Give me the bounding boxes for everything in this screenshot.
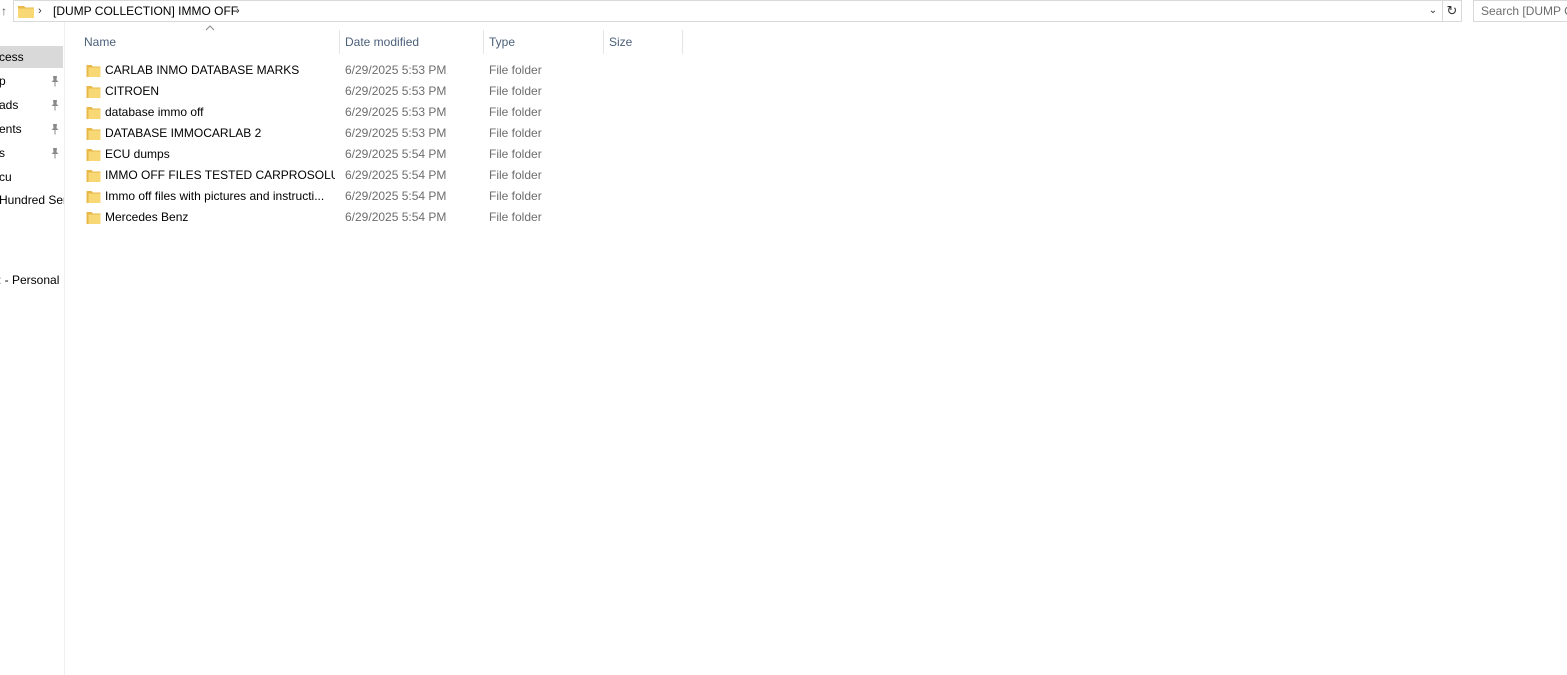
nav-item-onedrive-personal[interactable]: : - Personal <box>0 269 63 291</box>
pin-icon[interactable] <box>50 147 60 159</box>
file-type: File folder <box>489 105 542 119</box>
refresh-icon[interactable]: ↻ <box>1443 0 1462 22</box>
chevron-down-icon[interactable]: ⌄ <box>1426 1 1440 21</box>
search-input[interactable] <box>1474 1 1567 21</box>
nav-item-ecu[interactable]: cu <box>0 166 63 188</box>
file-date-modified: 6/29/2025 5:53 PM <box>345 105 447 119</box>
pin-icon[interactable] <box>50 123 60 135</box>
file-date-modified: 6/29/2025 5:54 PM <box>345 210 447 224</box>
folder-icon <box>86 107 101 119</box>
file-type: File folder <box>489 84 542 98</box>
nav-item-label: p <box>0 70 6 92</box>
folder-icon <box>86 170 101 182</box>
file-type: File folder <box>489 147 542 161</box>
file-name[interactable]: CITROEN <box>105 81 335 102</box>
file-row[interactable]: Immo off files with pictures and instruc… <box>78 186 684 207</box>
file-name[interactable]: ECU dumps <box>105 144 335 165</box>
folder-icon <box>18 6 34 18</box>
file-size <box>609 165 683 186</box>
nav-item-hundred-ser[interactable]: Hundred Ser <box>0 189 65 211</box>
file-type: File folder <box>489 168 542 182</box>
file-type: File folder <box>489 63 542 77</box>
file-row[interactable]: database immo off 6/29/2025 5:53 PM File… <box>78 102 684 123</box>
pin-icon[interactable] <box>50 99 60 111</box>
file-size <box>609 123 683 144</box>
nav-item-label: cu <box>0 170 12 184</box>
nav-item-label: Hundred Ser <box>0 193 65 207</box>
file-date-modified: 6/29/2025 5:54 PM <box>345 168 447 182</box>
nav-item-documents[interactable]: ents <box>0 118 63 140</box>
column-header-size[interactable]: Size <box>603 30 682 54</box>
file-type: File folder <box>489 210 542 224</box>
file-type: File folder <box>489 126 542 140</box>
address-bar-row: ↑ › [DUMP COLLECTION] IMMO OFF › ⌄ ↻ <box>0 0 1567 22</box>
column-header-type[interactable]: Type <box>483 30 603 54</box>
file-date-modified: 6/29/2025 5:53 PM <box>345 84 447 98</box>
folder-icon <box>86 212 101 224</box>
column-header-date-modified[interactable]: Date modified <box>339 30 483 54</box>
nav-item-quick-access[interactable]: cess <box>0 46 63 68</box>
folder-icon <box>86 65 101 77</box>
nav-item-label: cess <box>0 50 24 64</box>
file-name[interactable]: Immo off files with pictures and instruc… <box>105 186 335 207</box>
file-name[interactable]: CARLAB INMO DATABASE MARKS <box>105 60 335 81</box>
file-name[interactable]: database immo off <box>105 102 335 123</box>
search-box[interactable] <box>1473 0 1567 22</box>
file-date-modified: 6/29/2025 5:53 PM <box>345 63 447 77</box>
file-row[interactable]: Mercedes Benz 6/29/2025 5:54 PM File fol… <box>78 207 684 228</box>
nav-item-downloads[interactable]: ads <box>0 94 63 116</box>
up-arrow-icon[interactable]: ↑ <box>0 1 10 21</box>
file-size <box>609 186 683 207</box>
file-size <box>609 144 683 165</box>
folder-icon <box>86 86 101 98</box>
file-row[interactable]: DATABASE IMMOCARLAB 2 6/29/2025 5:53 PM … <box>78 123 684 144</box>
breadcrumb-segment[interactable]: [DUMP COLLECTION] IMMO OFF <box>53 1 238 21</box>
pin-icon[interactable] <box>50 75 60 87</box>
file-name[interactable]: DATABASE IMMOCARLAB 2 <box>105 123 335 144</box>
file-date-modified: 6/29/2025 5:53 PM <box>345 126 447 140</box>
folder-icon <box>86 149 101 161</box>
file-row[interactable]: IMMO OFF FILES TESTED CARPROSOLUTI... 6/… <box>78 165 684 186</box>
folder-icon <box>86 191 101 203</box>
file-row[interactable]: ECU dumps 6/29/2025 5:54 PM File folder <box>78 144 684 165</box>
file-date-modified: 6/29/2025 5:54 PM <box>345 189 447 203</box>
file-name[interactable]: Mercedes Benz <box>105 207 335 228</box>
navigation-pane: cess p ads ents s cu Hundred Ser : <box>0 22 65 675</box>
folder-icon <box>86 128 101 140</box>
nav-item-label: ents <box>0 122 22 136</box>
file-type: File folder <box>489 189 542 203</box>
chevron-right-icon[interactable]: › <box>236 1 240 21</box>
nav-item-desktop[interactable]: p <box>0 70 63 92</box>
file-size <box>609 102 683 123</box>
column-header-name[interactable]: Name <box>78 30 339 54</box>
file-size <box>609 81 683 102</box>
file-list: CARLAB INMO DATABASE MARKS 6/29/2025 5:5… <box>78 60 684 228</box>
nav-item-label: : - Personal <box>0 273 60 287</box>
column-divider[interactable] <box>682 30 683 54</box>
address-bar[interactable]: › [DUMP COLLECTION] IMMO OFF › ⌄ <box>13 0 1443 22</box>
file-name[interactable]: IMMO OFF FILES TESTED CARPROSOLUTI... <box>105 165 335 186</box>
chevron-right-icon[interactable]: › <box>38 1 42 21</box>
nav-item-label: s <box>0 142 5 164</box>
nav-item-pictures[interactable]: s <box>0 142 63 164</box>
file-row[interactable]: CITROEN 6/29/2025 5:53 PM File folder <box>78 81 684 102</box>
file-size <box>609 207 683 228</box>
file-row[interactable]: CARLAB INMO DATABASE MARKS 6/29/2025 5:5… <box>78 60 684 81</box>
file-date-modified: 6/29/2025 5:54 PM <box>345 147 447 161</box>
file-size <box>609 60 683 81</box>
nav-item-label: ads <box>0 98 19 112</box>
column-header-row: Name Date modified Type Size <box>78 25 684 54</box>
